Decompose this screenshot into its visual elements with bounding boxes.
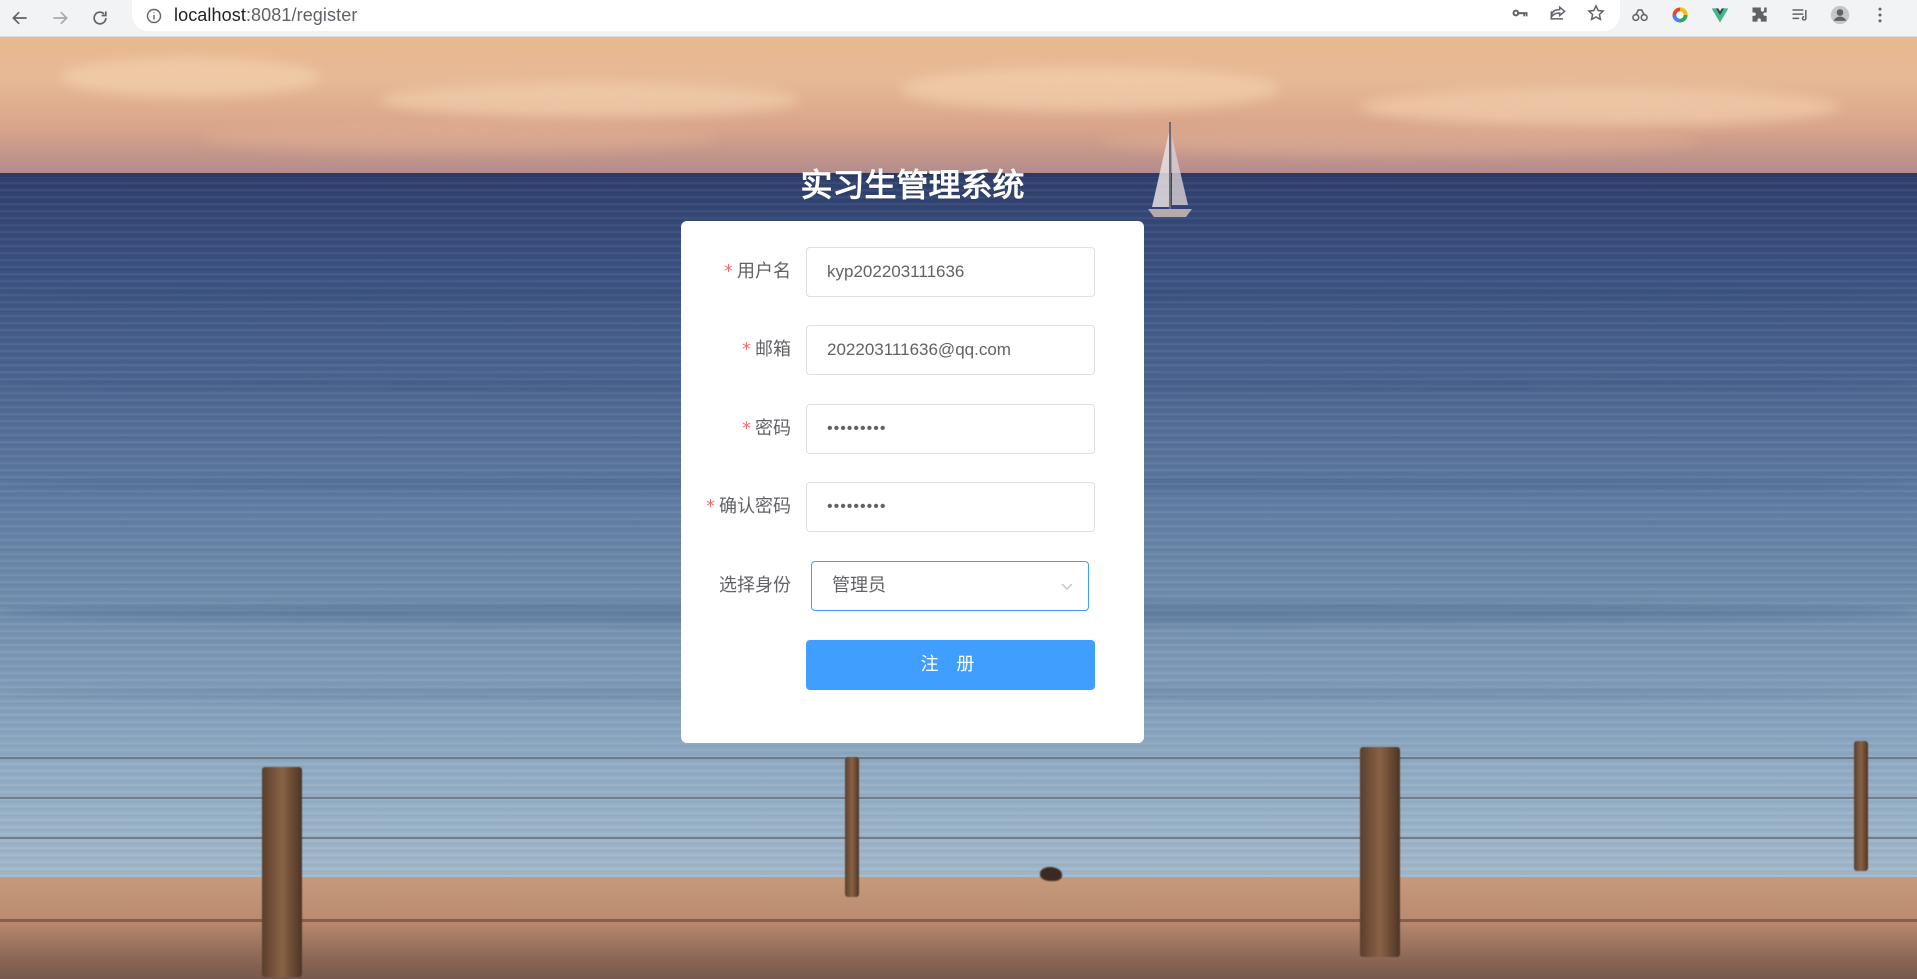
star-icon[interactable] (1586, 3, 1606, 28)
email-label-text: 邮箱 (755, 339, 791, 360)
vue-devtools-icon[interactable] (1710, 5, 1730, 25)
register-button[interactable]: 注 册 (806, 640, 1095, 690)
email-input[interactable]: 202203111636@qq.com (806, 325, 1095, 375)
username-label-text: 用户名 (737, 261, 791, 282)
page-title: 实习生管理系统 (800, 166, 1025, 204)
password-label: * 密码 (742, 404, 791, 454)
confirm-password-input[interactable]: ••••••••• (806, 482, 1095, 532)
required-mark: * (742, 339, 751, 360)
chevron-down-icon (1061, 583, 1073, 590)
password-label-text: 密码 (755, 418, 791, 439)
share-icon[interactable] (1548, 3, 1568, 28)
address-bar[interactable]: localhost:8081/register (132, 0, 1620, 31)
url-path: :8081/register (245, 5, 358, 25)
url-text: localhost:8081/register (174, 5, 357, 26)
reload-icon[interactable] (80, 0, 120, 37)
fence-wire (0, 757, 1917, 759)
email-label: * 邮箱 (742, 325, 791, 375)
reading-list-icon[interactable] (1790, 5, 1810, 25)
cloud (900, 67, 1280, 111)
email-row: * 邮箱 202203111636@qq.com (681, 325, 1144, 375)
cloud (60, 57, 320, 97)
username-input[interactable]: kyp202203111636 (806, 247, 1095, 297)
username-row: * 用户名 kyp202203111636 (681, 247, 1144, 297)
username-label: * 用户名 (724, 247, 791, 297)
role-label: 选择身份 (719, 575, 791, 596)
confirm-password-row: * 确认密码 ••••••••• (681, 482, 1144, 532)
bird (1040, 867, 1062, 881)
cloud (200, 122, 720, 152)
required-mark: * (742, 418, 751, 439)
color-ring-extension-icon[interactable] (1670, 5, 1690, 25)
key-icon[interactable] (1510, 3, 1530, 28)
role-row: 选择身份 管理员 (681, 561, 1144, 611)
cloud (380, 82, 800, 118)
link-extension-icon[interactable] (1630, 5, 1650, 25)
role-select[interactable]: 管理员 (811, 561, 1089, 611)
extension-icon[interactable] (1750, 5, 1770, 25)
fence-post (1854, 741, 1868, 871)
confirm-password-label-text: 确认密码 (719, 496, 791, 517)
forward-arrow-icon[interactable] (40, 0, 80, 37)
back-arrow-icon[interactable] (0, 0, 40, 37)
password-row: * 密码 ••••••••• (681, 404, 1144, 454)
password-input[interactable]: ••••••••• (806, 404, 1095, 454)
menu-icon[interactable] (1870, 5, 1890, 25)
browser-toolbar: localhost:8081/register (0, 0, 1917, 37)
fence-post (845, 757, 859, 897)
profile-icon[interactable] (1830, 5, 1850, 25)
fence-post (262, 767, 302, 977)
fence-post (1360, 747, 1400, 957)
required-mark: * (706, 496, 715, 517)
confirm-password-label: * 确认密码 (706, 482, 791, 532)
register-form-card: * 用户名 kyp202203111636 * 邮箱 202203111636@qq… (681, 221, 1144, 743)
required-mark: * (724, 261, 733, 282)
cloud (1360, 87, 1840, 127)
role-selected-value: 管理员 (832, 575, 886, 596)
info-icon[interactable] (146, 8, 162, 24)
url-host: localhost (174, 5, 246, 25)
